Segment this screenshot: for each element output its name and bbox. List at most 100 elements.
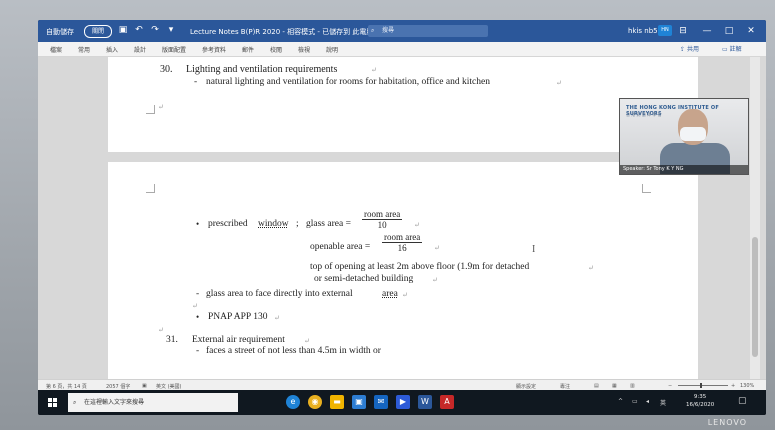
vertical-scrollbar[interactable] [750,57,760,379]
tray-chevron-icon[interactable]: ^ [618,398,623,405]
windows-taskbar: ⌕ 在這裡輸入文字來搜尋 e ◉ ▬ ▣ ✉ ▶ W A ^ ▭ ◂ 英 9:3… [38,390,766,415]
tab-design[interactable]: 設計 [134,45,146,54]
tab-review[interactable]: 校閱 [270,45,282,54]
paragraph-mark: ↵ [434,244,440,252]
undo-icon[interactable]: ↶ [134,25,144,36]
bullet-dot: • [196,312,200,322]
paragraph-mark: ↵ [371,66,377,74]
taskbar-clock[interactable]: 9:35 16/6/2020 [686,393,714,409]
monitor-brand: LENOVO [707,418,747,427]
zoom-out-icon[interactable]: − [668,383,672,389]
bullet-dot: • [196,219,200,229]
acrobat-icon[interactable]: A [440,395,454,409]
user-name[interactable]: hkis nb55 [628,27,662,35]
paragraph-mark: ↵ [158,326,164,334]
page-margin-corner [146,105,155,114]
read-mode-icon[interactable]: ▤ [594,383,599,389]
input-language[interactable]: 英 [660,398,666,407]
taskbar-search-input[interactable]: ⌕ 在這裡輸入文字來搜尋 [68,393,238,412]
mail-icon[interactable]: ✉ [374,395,388,409]
paragraph-mark: ↵ [588,264,594,272]
semi-detached-text: or semi-detached building [314,274,414,284]
comments-button[interactable]: ▭ 註解 [722,44,742,53]
document-page[interactable]: 30. Lighting and ventilation requirement… [108,57,698,152]
zoom-slider-knob[interactable] [700,383,702,388]
glass-area-label: glass area = [306,219,351,229]
windows-start-icon[interactable] [48,398,58,408]
customize-quick-access-icon[interactable]: ▾ [166,25,176,36]
proofing-icon[interactable]: ▣ [142,383,147,389]
autosave-toggle[interactable]: 關閉 [84,25,112,38]
network-icon[interactable]: ▭ [632,398,638,405]
text-cursor-ibeam: I [532,244,536,255]
paragraph-mark: ↵ [274,314,280,322]
word-icon[interactable]: W [418,395,432,409]
tab-view[interactable]: 檢視 [298,45,310,54]
zoom-app-icon[interactable]: ▶ [396,395,410,409]
openable-area-label: openable area = [310,242,371,252]
glass-face-area: area [382,289,398,299]
display-settings[interactable]: 顯示設定 [516,383,536,390]
redo-icon[interactable]: ↷ [150,25,160,36]
bullet-dash: - [196,346,200,356]
paragraph-mark: ↵ [432,276,438,284]
prescribed-prefix: prescribed [208,219,248,229]
page-margin-corner [146,184,155,193]
file-explorer-icon[interactable]: ▬ [330,395,344,409]
tab-help[interactable]: 說明 [326,45,338,54]
minimize-button[interactable]: — [698,23,716,39]
bullet-dash: - [194,77,198,87]
tab-insert[interactable]: 插入 [106,45,118,54]
taskbar-search-placeholder: 在這裡輸入文字來搜尋 [84,399,145,406]
save-icon[interactable]: ▣ [118,25,128,36]
document-title[interactable]: Lecture Notes B(P)R 2020 - 相容模式 - 已儲存到 此… [190,27,379,37]
tab-references[interactable]: 參考資料 [202,45,226,54]
document-page[interactable]: • prescribed window ; glass area = room … [108,162,698,379]
item-31-number: 31. [166,335,178,345]
item-30-bullet: natural lighting and ventilation for roo… [206,77,490,87]
close-button[interactable]: ✕ [742,23,760,39]
zoom-in-icon[interactable]: + [731,383,735,389]
share-label: 共用 [686,46,699,53]
print-layout-icon[interactable]: ▦ [612,383,617,389]
focus-mode[interactable]: 專注 [560,383,570,390]
page-margin-corner [642,184,651,193]
top-opening-text: top of opening at least 2m above floor (… [310,262,530,272]
comment-icon: ▭ [722,46,728,53]
store-icon[interactable]: ▣ [352,395,366,409]
search-input[interactable]: ⌕ 搜尋 [368,25,488,37]
tab-layout[interactable]: 版面配置 [162,45,186,54]
fraction-numerator: room area [362,209,403,220]
page-count[interactable]: 第 6 頁，共 14 頁 [46,383,87,390]
item-30-heading: Lighting and ventilation requirements [186,64,338,75]
fraction-numerator: room area [382,232,423,243]
share-button[interactable]: ⇪ 共用 [680,44,699,53]
volume-icon[interactable]: ◂ [646,398,649,405]
search-icon: ⌕ [371,27,375,34]
zoom-slider[interactable] [678,383,728,388]
tab-home[interactable]: 常用 [78,45,90,54]
item-30-number: 30. [160,64,173,75]
paragraph-mark: ↵ [304,337,310,345]
fraction-denominator: 10 [377,220,387,230]
chrome-icon[interactable]: ◉ [308,395,322,409]
word-count[interactable]: 2057 個字 [106,383,130,390]
scrollbar-thumb[interactable] [752,237,758,357]
autosave-label: 自動儲存 [46,28,74,36]
tab-file[interactable]: 檔案 [50,45,62,54]
avatar[interactable]: HN [658,25,672,36]
paragraph-mark: ↵ [402,291,408,299]
language[interactable]: 英文 (美國) [156,383,182,390]
speaker-video[interactable]: THE HONG KONG INSTITUTE OF SURVEYORS 香 港… [619,98,749,175]
web-layout-icon[interactable]: ▥ [630,383,635,389]
paragraph-mark: ↵ [556,79,562,87]
ribbon-display-options-icon[interactable]: ⊟ [674,23,692,39]
tab-mailings[interactable]: 郵件 [242,45,254,54]
fraction-denominator: 16 [397,243,407,253]
maximize-button[interactable]: □ [720,23,738,39]
clock-date: 16/6/2020 [686,402,715,408]
edge-icon[interactable]: e [286,395,300,409]
paragraph-mark: ↵ [192,302,198,310]
notification-icon[interactable]: ▢ [738,396,747,406]
zoom-level[interactable]: 130% [740,383,754,389]
